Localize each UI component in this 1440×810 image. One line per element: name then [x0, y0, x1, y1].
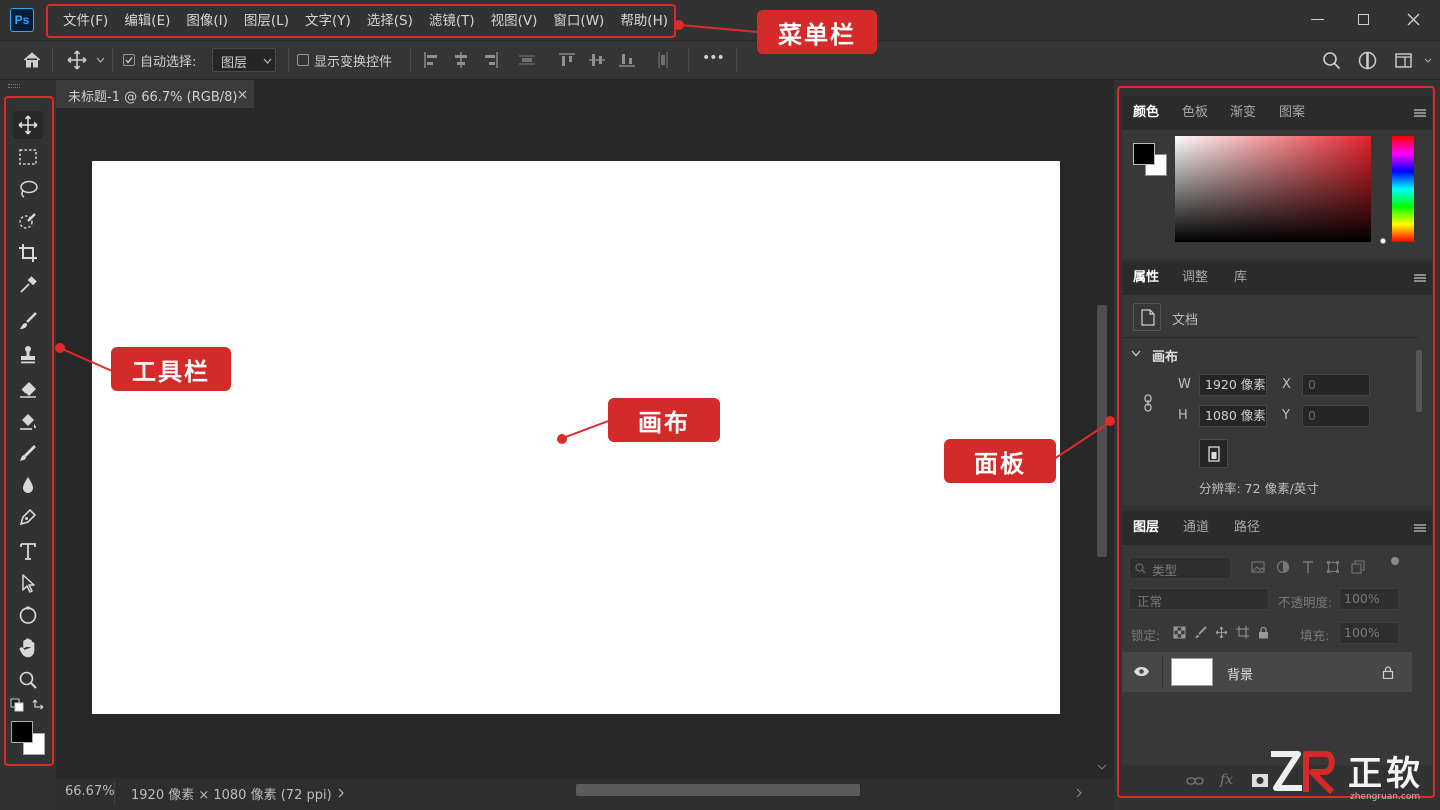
align-middle-v-icon[interactable]	[586, 49, 608, 71]
close-icon[interactable]	[238, 90, 247, 99]
divider	[112, 48, 113, 72]
chevron-down-icon[interactable]	[1424, 58, 1432, 63]
align-right-icon[interactable]	[480, 49, 502, 71]
auto-select-value: 图层	[221, 56, 248, 71]
divider	[410, 48, 411, 72]
zoom-level[interactable]: 66.67%	[65, 784, 115, 799]
watermark-logo-icon	[1271, 751, 1335, 795]
annotation-line	[1053, 421, 1111, 460]
divider	[288, 48, 289, 72]
watermark-logo	[1268, 748, 1340, 798]
document-tab-title: 未标题-1 @ 66.7% (RGB/8)	[68, 90, 238, 105]
app-logo[interactable]: Ps	[10, 8, 34, 32]
document-dimensions: 1920 像素 × 1080 像素 (72 ppi)	[131, 788, 332, 803]
toolbar-highlight	[4, 96, 54, 766]
learn-icon[interactable]	[1358, 51, 1377, 70]
minimize-icon	[1310, 18, 1324, 20]
menu-bar-callout: 菜单栏	[757, 10, 877, 54]
search-icon[interactable]	[1322, 51, 1341, 70]
check-icon	[125, 57, 133, 64]
horizontal-scrollbar[interactable]	[576, 784, 860, 796]
minimize-button[interactable]	[1294, 0, 1340, 38]
scroll-right-icon[interactable]	[1076, 788, 1082, 798]
close-icon	[1407, 13, 1419, 25]
align-top-icon[interactable]	[556, 49, 578, 71]
chevron-down-icon	[263, 58, 272, 64]
auto-select-dropdown[interactable]: 图层	[212, 48, 276, 72]
align-center-h-icon[interactable]	[450, 49, 472, 71]
maximize-icon	[1357, 13, 1369, 25]
watermark-text: 正软	[1348, 754, 1424, 794]
home-icon	[23, 52, 41, 68]
annotation-line	[680, 24, 759, 33]
divider	[688, 48, 689, 72]
annotation-line	[60, 347, 113, 372]
maximize-button[interactable]	[1340, 0, 1386, 38]
chevron-right-icon[interactable]	[338, 788, 344, 798]
show-transform-label: 显示变换控件	[314, 55, 393, 70]
panels-callout: 面板	[944, 439, 1056, 483]
annotation-line	[563, 419, 612, 439]
home-button[interactable]	[22, 50, 42, 70]
more-options-button[interactable]: •••	[702, 50, 725, 66]
move-tool-preset-button[interactable]	[66, 49, 88, 71]
align-group	[420, 49, 674, 71]
align-left-icon[interactable]	[420, 49, 442, 71]
move-icon	[67, 50, 87, 70]
panels-highlight	[1117, 86, 1435, 798]
watermark-subtext: zhengruan.com	[1350, 792, 1421, 802]
canvas-callout: 画布	[608, 398, 720, 442]
distribute-v-icon[interactable]	[652, 49, 674, 71]
workspace-icon[interactable]	[1394, 51, 1413, 70]
toolbar-callout: 工具栏	[111, 347, 231, 391]
divider	[114, 782, 115, 804]
chevron-down-icon[interactable]	[96, 57, 105, 63]
show-transform-checkbox[interactable]	[297, 54, 309, 66]
auto-select-checkbox[interactable]	[123, 54, 135, 66]
document-tab[interactable]: 未标题-1 @ 66.7% (RGB/8)	[56, 80, 254, 108]
align-bottom-icon[interactable]	[616, 49, 638, 71]
close-window-button[interactable]	[1390, 0, 1436, 38]
divider	[52, 48, 53, 72]
distribute-icon[interactable]	[516, 49, 538, 71]
panel-grip[interactable]	[8, 84, 20, 88]
divider	[736, 48, 737, 72]
auto-select-label: 自动选择:	[140, 55, 197, 70]
menu-bar-highlight	[46, 4, 676, 38]
scroll-down-icon[interactable]	[1097, 764, 1107, 770]
